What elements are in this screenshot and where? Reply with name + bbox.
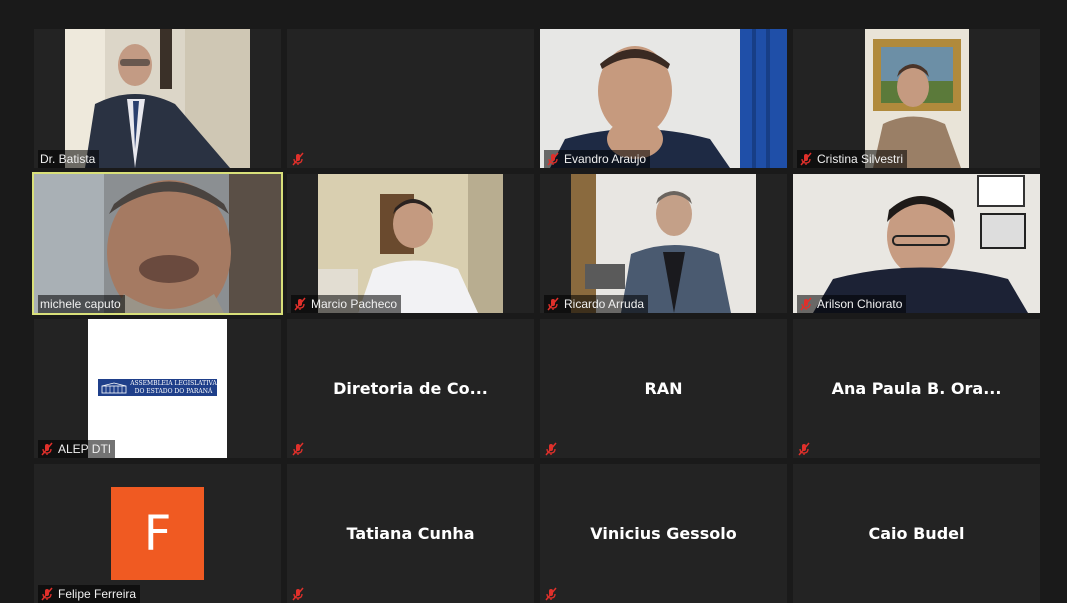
name-label: Ricardo Arruda [544,295,649,313]
participant-name: Vinicius Gessolo [590,524,737,543]
muted-mic-icon [545,587,557,601]
muted-mic-icon [294,297,306,311]
participant-tile-ran[interactable]: RAN [540,319,787,458]
muted-mic-icon [41,587,53,601]
name-label: Evandro Araujo [544,150,651,168]
muted-mic-icon [545,442,557,456]
name-label: ALEP DTI [38,440,116,458]
participant-video [34,174,281,313]
participant-name: Ricardo Arruda [564,297,645,311]
participant-tile-ricardo-arruda[interactable]: Ricardo Arruda [540,174,787,313]
logo-text: ASSEMBLEIA LEGISLATIVA DO ESTADO DO PARA… [130,379,217,395]
participant-name: Diretoria de Co... [333,379,488,398]
participant-video [793,174,1040,313]
muted-mic-icon [292,152,304,166]
participant-tile-ana-paula[interactable]: Ana Paula B. Ora... [793,319,1040,458]
participant-name: Felipe Ferreira [58,587,137,601]
name-label: Dr. Batista [38,150,100,168]
name-label: Cristina Silvestri [797,150,908,168]
participant-tile-tatiana-cunha[interactable]: Tatiana Cunha [287,464,534,603]
name-label: Felipe Ferreira [38,585,141,603]
participant-tile-no-video[interactable] [287,29,534,168]
participant-name: Arilson Chiorato [817,297,903,311]
participant-name: Ana Paula B. Ora... [831,379,1002,398]
participant-name: Caio Budel [868,524,965,543]
name-label: michele caputo [38,295,125,313]
muted-mic-icon [41,442,53,456]
participant-tile-dr-batista[interactable]: Dr. Batista [34,29,281,168]
muted-mic-icon [292,587,304,601]
participant-tile-arilson-chiorato[interactable]: Arilson Chiorato [793,174,1040,313]
participant-video: ASSEMBLEIA LEGISLATIVA DO ESTADO DO PARA… [88,319,227,458]
participant-name: Dr. Batista [40,152,96,166]
muted-mic-icon [800,297,812,311]
participant-name: Tatiana Cunha [346,524,475,543]
participant-tile-cristina-silvestri[interactable]: Cristina Silvestri [793,29,1040,168]
participant-tile-vinicius-gessolo[interactable]: Vinicius Gessolo [540,464,787,603]
participant-video [318,174,503,313]
participant-name: Marcio Pacheco [311,297,398,311]
muted-mic-icon [800,152,812,166]
participant-video [540,29,787,168]
participant-tile-alep-dti[interactable]: ASSEMBLEIA LEGISLATIVA DO ESTADO DO PARA… [34,319,281,458]
participant-name: ALEP DTI [58,442,112,456]
participant-tile-marcio-pacheco[interactable]: Marcio Pacheco [287,174,534,313]
participant-tile-evandro-araujo[interactable]: Evandro Araujo [540,29,787,168]
avatar-letter: F [143,505,172,562]
alep-logo: ASSEMBLEIA LEGISLATIVA DO ESTADO DO PARA… [98,379,217,396]
muted-mic-icon [798,442,810,456]
participant-name: RAN [644,379,683,398]
participant-name: Cristina Silvestri [817,152,904,166]
participant-video [65,29,250,168]
muted-mic-icon [547,297,559,311]
avatar: F [111,487,204,580]
participant-name: michele caputo [40,297,121,311]
name-label: Marcio Pacheco [291,295,402,313]
participant-tile-diretoria[interactable]: Diretoria de Co... [287,319,534,458]
participant-tile-felipe-ferreira[interactable]: F Felipe Ferreira [34,464,281,603]
participant-tile-michele-caputo[interactable]: michele caputo [32,172,283,315]
participant-video [571,174,756,313]
video-gallery: Dr. Batista Evandro Araujo Cristina Silv… [0,0,1067,603]
muted-mic-icon [292,442,304,456]
participant-name: Evandro Araujo [564,152,647,166]
participant-video [865,29,969,168]
name-label: Arilson Chiorato [797,295,907,313]
muted-mic-icon [547,152,559,166]
participant-tile-caio-budel[interactable]: Caio Budel [793,464,1040,603]
